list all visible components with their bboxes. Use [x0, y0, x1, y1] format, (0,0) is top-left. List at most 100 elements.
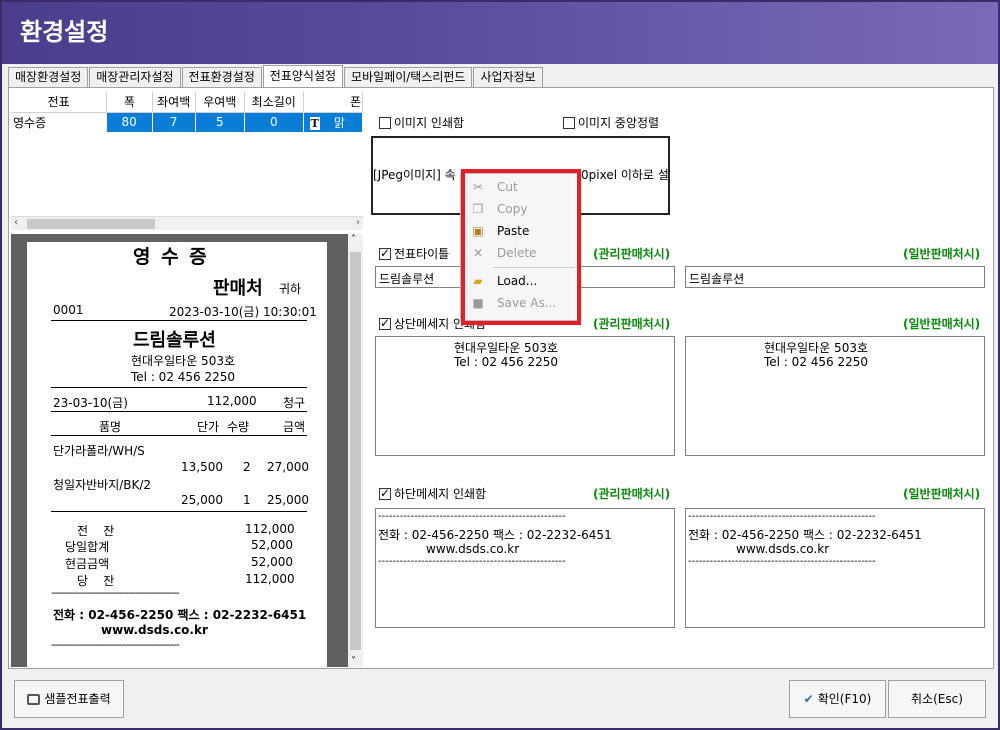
image-print-label: 이미지 인쇄함 — [394, 116, 465, 130]
managed-seller-label: (관리판매처시) — [593, 317, 671, 331]
checkbox-icon — [379, 117, 391, 129]
receipt-col-amount: 금액 — [283, 420, 306, 434]
bottom-message-line: ----------------------------------------… — [688, 556, 876, 567]
receipt-paper: 영 수 증 판매처 귀하 0001 2023-03-10(금) 10:30:01… — [27, 242, 327, 667]
grid-cell-left-margin[interactable]: 7 — [152, 112, 196, 132]
receipt-amount: 112,000 — [207, 394, 257, 408]
bottom-message-line: www.dsds.co.kr — [426, 542, 520, 556]
general-seller-label: (일반판매처시) — [903, 487, 981, 501]
grid-cell-min-length[interactable]: 0 — [244, 112, 304, 132]
bottom-message-checkbox[interactable]: 하단메세지 인쇄함 — [379, 485, 486, 502]
scroll-left-icon[interactable]: ‹ — [14, 217, 18, 228]
top-message-line: Tel : 02 456 2250 — [764, 355, 869, 369]
divider — [51, 320, 307, 321]
grid-header-right-margin: 우여백 — [195, 92, 245, 113]
receipt-col-price: 단가 — [197, 420, 220, 434]
settings-window: 환경설정 매장환경설정 매장관리자설정 전표환경설정 전표양식설정 모바일페이/… — [0, 0, 1000, 730]
grid-header-font: 폰 — [303, 92, 363, 113]
grid-header-width: 폭 — [106, 92, 153, 113]
horizontal-scrollbar[interactable]: ‹ › — [11, 216, 363, 230]
scroll-thumb[interactable] — [350, 252, 361, 650]
tab-bar: 매장환경설정 매장관리자설정 전표환경설정 전표양식설정 모바일페이/택스리펀드… — [8, 65, 544, 87]
receipt-honorific: 귀하 — [279, 282, 302, 296]
summary-value: 112,000 — [245, 572, 295, 586]
receipt-dashes: ----------------------------------------… — [51, 586, 180, 599]
checkbox-icon — [563, 117, 575, 129]
tab-business-info[interactable]: 사업자정보 — [473, 67, 543, 87]
receipt-item-price: 25,000 — [181, 493, 223, 507]
bottom-message-line: www.dsds.co.kr — [736, 542, 830, 556]
image-print-checkbox[interactable]: 이미지 인쇄함 — [379, 114, 464, 131]
receipt-preview: 영 수 증 판매처 귀하 0001 2023-03-10(금) 10:30:01… — [11, 234, 348, 667]
receipt-datetime: 2023-03-10(금) 10:30:01 — [169, 305, 317, 319]
managed-seller-label: (관리판매처시) — [593, 487, 671, 501]
grid-cell-width[interactable]: 80 — [106, 112, 153, 132]
scroll-right-icon[interactable]: › — [356, 217, 360, 228]
checkbox-icon — [379, 246, 391, 260]
tab-store-manager[interactable]: 매장관리자설정 — [89, 67, 181, 87]
ok-label: 확인(F10) — [817, 692, 872, 706]
scroll-down-icon[interactable]: ˅ — [351, 656, 356, 667]
image-center-label: 이미지 중앙정렬 — [578, 116, 660, 130]
summary-label: 전 잔 — [77, 524, 115, 538]
top-message-general[interactable]: 현대우일타운 503호 Tel : 02 456 2250 — [685, 336, 985, 456]
font-icon: T — [309, 116, 320, 130]
top-message-line: Tel : 02 456 2250 — [454, 355, 559, 369]
bottom-message-line: 전화 : 02-456-2250 팩스 : 02-2232-6451 — [688, 528, 922, 542]
summary-value: 52,000 — [251, 538, 293, 552]
divider — [51, 435, 307, 436]
sample-print-button[interactable]: 샘플전표출력 — [14, 680, 124, 718]
bottom-message-general[interactable]: ----------------------------------------… — [685, 508, 985, 628]
receipt-item-price: 13,500 — [181, 460, 223, 474]
window-title: 환경설정 — [20, 18, 109, 46]
cancel-button[interactable]: 취소(Esc) — [888, 680, 986, 718]
printer-icon — [27, 694, 41, 705]
title-input-general[interactable]: 드림솔루션 — [685, 266, 985, 288]
general-seller-label: (일반판매처시) — [903, 317, 981, 331]
vertical-scrollbar[interactable]: ˄ ˅ — [348, 234, 363, 667]
highlight-box — [461, 169, 581, 325]
top-message-line: 현대우일타운 503호 — [454, 341, 558, 355]
slip-grid[interactable]: 전표 폭 좌여백 우여백 최소길이 폰 영수증 80 7 5 0 T맑 — [11, 92, 363, 216]
grid-cell-font[interactable]: T맑 — [303, 112, 363, 132]
receipt-item-name: 청일자반바지/BK/2 — [53, 478, 152, 492]
checkbox-icon — [379, 316, 391, 330]
scroll-thumb[interactable] — [27, 219, 155, 229]
receipt-item-amount: 27,000 — [267, 460, 309, 474]
cancel-label: 취소(Esc) — [911, 692, 963, 706]
divider — [51, 411, 307, 412]
receipt-col-qty: 수량 — [227, 420, 250, 434]
receipt-date-short: 23-03-10(금) — [53, 396, 128, 410]
receipt-tel: Tel : 02 456 2250 — [131, 370, 236, 384]
tab-slip-environment[interactable]: 전표환경설정 — [181, 67, 262, 87]
grid-cell-slip[interactable]: 영수증 — [11, 112, 107, 132]
checkbox-icon — [379, 486, 391, 500]
image-box-text-right: 0pixel 이하로 설 — [581, 168, 669, 182]
summary-value: 112,000 — [245, 522, 295, 536]
top-message-managed[interactable]: 현대우일타운 503호 Tel : 02 456 2250 — [375, 336, 675, 456]
check-icon: ✔ — [803, 692, 814, 706]
summary-label: 당일합계 — [65, 540, 110, 554]
tab-mobile-pay[interactable]: 모바일페이/택스리펀드 — [344, 67, 473, 87]
scroll-up-icon[interactable]: ˄ — [351, 234, 356, 245]
receipt-item-qty: 2 — [243, 460, 251, 474]
receipt-dashes: ----------------------------------------… — [51, 638, 180, 651]
bottom-message-line: ----------------------------------------… — [688, 511, 876, 522]
divider — [51, 387, 307, 388]
image-box-text-left: [JPeg이미지] 속 — [373, 168, 456, 182]
title-input-value: 드림솔루션 — [379, 272, 435, 286]
receipt-claim: 청구 — [283, 396, 306, 410]
table-row[interactable]: 영수증 80 7 5 0 T맑 — [11, 112, 363, 132]
receipt-item-qty: 1 — [243, 493, 251, 507]
title-print-checkbox[interactable]: 전표타이틀 — [379, 245, 449, 262]
ok-button[interactable]: ✔ 확인(F10) — [789, 680, 886, 718]
bottom-message-label: 하단메세지 인쇄함 — [394, 487, 487, 501]
image-center-checkbox[interactable]: 이미지 중앙정렬 — [563, 114, 659, 131]
managed-seller-label: (관리판매처시) — [593, 247, 671, 261]
receipt-item-name: 단가라폴라/WH/S — [53, 444, 145, 458]
grid-cell-right-margin[interactable]: 5 — [195, 112, 245, 132]
tab-store-settings[interactable]: 매장환경설정 — [8, 67, 89, 87]
tab-slip-format[interactable]: 전표양식설정 — [262, 65, 344, 87]
bottom-message-managed[interactable]: ----------------------------------------… — [375, 508, 675, 628]
grid-header-min-length: 최소길이 — [244, 92, 304, 113]
